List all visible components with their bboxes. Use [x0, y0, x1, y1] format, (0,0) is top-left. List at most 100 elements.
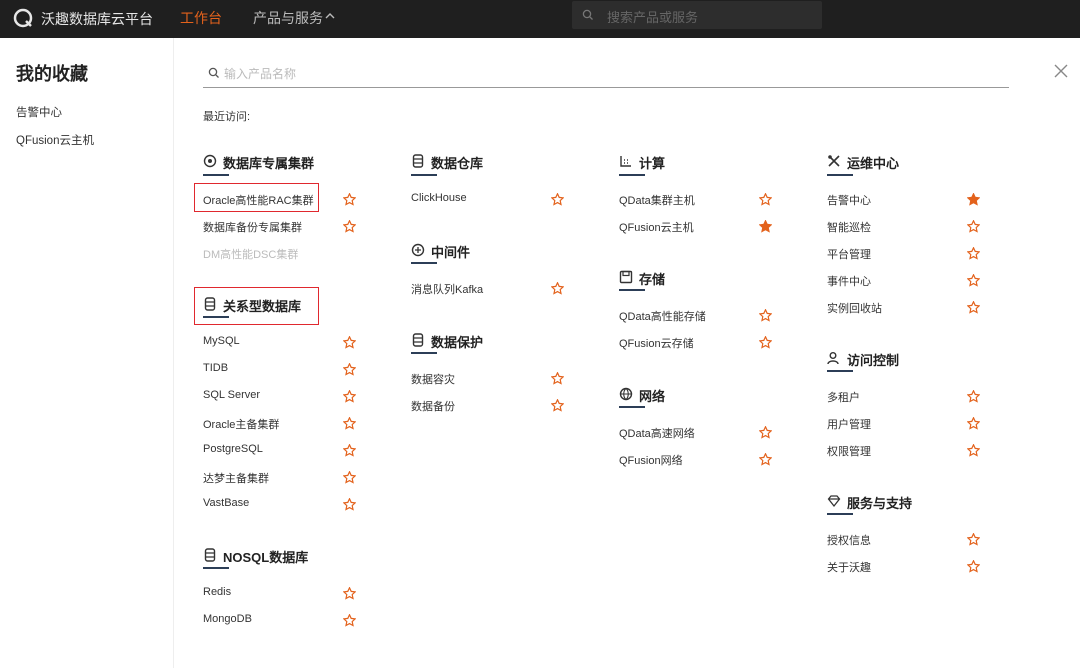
star-icon[interactable] [759, 336, 772, 349]
star-icon[interactable] [343, 498, 356, 511]
star-icon[interactable] [551, 399, 564, 412]
star-icon[interactable] [967, 247, 980, 260]
star-filled-icon[interactable] [759, 220, 772, 233]
section-underline [411, 174, 437, 176]
section-title: NOSQL数据库 [223, 550, 309, 565]
product-item[interactable]: 授权信息 [827, 532, 871, 548]
star-icon[interactable] [967, 417, 980, 430]
product-item[interactable]: 数据容灾 [411, 371, 455, 387]
product-item[interactable]: TIDB [203, 362, 228, 374]
star-icon[interactable] [967, 220, 980, 233]
search-icon [208, 67, 219, 78]
star-icon[interactable] [759, 426, 772, 439]
star-icon[interactable] [551, 282, 564, 295]
star-icon[interactable] [967, 390, 980, 403]
section-underline [619, 289, 645, 291]
product-item[interactable]: 数据备份 [411, 398, 455, 414]
nav-products[interactable]: 产品与服务 [253, 8, 323, 28]
star-icon[interactable] [343, 587, 356, 600]
nav-workspace[interactable]: 工作台 [180, 8, 222, 28]
section-underline [203, 174, 229, 176]
product-item[interactable]: 实例回收站 [827, 300, 882, 316]
product-item[interactable]: MongoDB [203, 613, 252, 625]
cluster-icon [203, 154, 217, 168]
brand-name: 沃趣数据库云平台 [41, 11, 153, 27]
product-item[interactable]: 用户管理 [827, 416, 871, 432]
product-item[interactable]: 数据库备份专属集群 [203, 219, 302, 235]
close-icon[interactable] [1052, 62, 1070, 80]
database-icon [204, 297, 216, 311]
section-title: 网络 [639, 389, 666, 404]
product-item[interactable]: QFusion云存储 [619, 335, 694, 351]
product-item[interactable]: 消息队列Kafka [411, 281, 483, 297]
product-item[interactable]: SQL Server [203, 389, 260, 401]
product-item[interactable]: 告警中心 [827, 192, 871, 208]
star-icon[interactable] [343, 417, 356, 430]
global-search-input[interactable]: 搜索产品或服务 [572, 1, 822, 29]
recent-visits-label: 最近访问: [203, 111, 251, 123]
star-icon[interactable] [343, 614, 356, 627]
star-icon[interactable] [551, 372, 564, 385]
global-search-placeholder: 搜索产品或服务 [607, 10, 699, 25]
star-icon[interactable] [343, 363, 356, 376]
star-icon[interactable] [343, 390, 356, 403]
section-title: 运维中心 [847, 156, 900, 171]
product-item[interactable]: QFusion网络 [619, 452, 683, 468]
section-underline [411, 262, 437, 264]
star-icon[interactable] [759, 309, 772, 322]
favorite-item[interactable]: 告警中心 [16, 104, 62, 120]
section-title: 数据库专属集群 [223, 156, 315, 171]
product-item[interactable]: Oracle高性能RAC集群 [203, 192, 314, 208]
logo-icon[interactable] [12, 7, 34, 29]
database-icon [412, 154, 424, 168]
star-icon[interactable] [967, 274, 980, 287]
star-icon[interactable] [967, 301, 980, 314]
star-icon[interactable] [343, 220, 356, 233]
star-icon[interactable] [759, 453, 772, 466]
tools-icon [828, 155, 840, 167]
star-icon[interactable] [967, 560, 980, 573]
search-icon [582, 9, 593, 20]
product-item[interactable]: 达梦主备集群 [203, 470, 269, 486]
product-item[interactable]: MySQL [203, 335, 240, 347]
star-filled-icon[interactable] [967, 193, 980, 206]
section-title: 存储 [639, 272, 666, 287]
section-title: 服务与支持 [847, 496, 913, 511]
product-item[interactable]: 关于沃趣 [827, 559, 871, 575]
product-search-input[interactable]: 输入产品名称 [203, 58, 1009, 88]
star-icon[interactable] [759, 193, 772, 206]
product-item[interactable]: PostgreSQL [203, 443, 263, 455]
product-item[interactable]: QFusion云主机 [619, 219, 694, 235]
product-item[interactable]: 多租户 [827, 389, 860, 405]
database-icon [204, 548, 216, 562]
product-item[interactable]: 事件中心 [827, 273, 871, 289]
star-icon[interactable] [967, 444, 980, 457]
product-item[interactable]: QData集群主机 [619, 192, 695, 208]
product-item[interactable]: 权限管理 [827, 443, 871, 459]
section-underline [203, 567, 229, 569]
section-title: 关系型数据库 [223, 299, 302, 314]
section-title: 计算 [639, 156, 666, 171]
product-item[interactable]: QData高速网络 [619, 425, 695, 441]
product-item[interactable]: Redis [203, 586, 231, 598]
product-item[interactable]: Oracle主备集群 [203, 416, 279, 432]
favorite-item[interactable]: QFusion云主机 [16, 132, 94, 148]
product-item[interactable]: QData高性能存储 [619, 308, 706, 324]
product-item[interactable]: ClickHouse [411, 192, 467, 204]
middleware-icon [411, 243, 425, 257]
product-item-disabled: DM高性能DSC集群 [203, 249, 299, 261]
star-icon[interactable] [551, 193, 564, 206]
product-item[interactable]: 平台管理 [827, 246, 871, 262]
star-icon[interactable] [343, 471, 356, 484]
star-icon[interactable] [343, 193, 356, 206]
star-icon[interactable] [343, 444, 356, 457]
chevron-up-icon[interactable] [323, 9, 337, 23]
section-underline [619, 174, 645, 176]
product-item[interactable]: VastBase [203, 497, 249, 509]
star-icon[interactable] [343, 336, 356, 349]
user-lock-icon [827, 352, 839, 365]
product-item[interactable]: 智能巡检 [827, 219, 871, 235]
database-icon [412, 333, 424, 347]
star-icon[interactable] [967, 533, 980, 546]
top-bar: 沃趣数据库云平台 工作台 产品与服务 搜索产品或服务 [0, 0, 1080, 38]
